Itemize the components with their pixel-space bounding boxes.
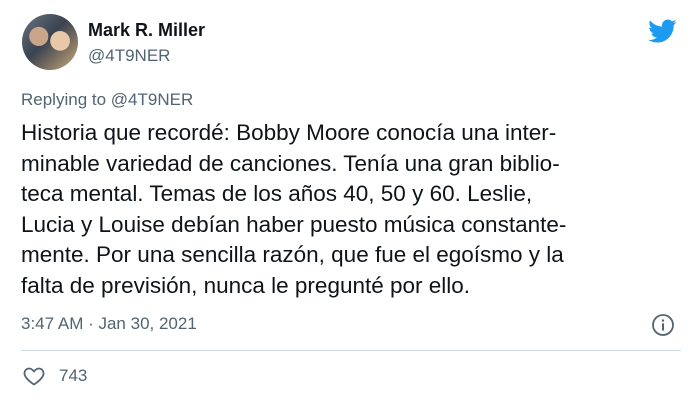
tweet-text-line: teca mental. Temas de los años 40, 50 y … bbox=[21, 181, 533, 207]
like-button[interactable]: 743 bbox=[21, 364, 87, 388]
author-name[interactable]: Mark R. Miller bbox=[88, 20, 205, 41]
twitter-bird-icon[interactable] bbox=[645, 16, 679, 46]
author-handle[interactable]: @4T9NER bbox=[88, 46, 170, 66]
tweet-timestamp[interactable]: 3:47 AM · Jan 30, 2021 bbox=[21, 314, 197, 334]
tweet-card: Mark R. Miller @4T9NER Replying to @4T9N… bbox=[0, 0, 700, 402]
replying-prefix: Replying to bbox=[21, 90, 111, 109]
tweet-text-line: falta de previsión, nunca le pregunté po… bbox=[21, 272, 471, 298]
info-icon[interactable] bbox=[651, 313, 675, 337]
divider bbox=[21, 350, 681, 351]
avatar[interactable] bbox=[22, 14, 78, 70]
reply-mention-link[interactable]: @4T9NER bbox=[111, 90, 193, 109]
tweet-text-line: minable variedad de canciones. Tenía una… bbox=[21, 150, 560, 176]
heart-icon[interactable] bbox=[21, 364, 47, 388]
tweet-text-line: Lucia y Louise debían haber puesto músic… bbox=[21, 211, 567, 237]
tweet-text: Historia que recordé: Bobby Moore conocí… bbox=[21, 118, 686, 302]
like-count: 743 bbox=[59, 366, 88, 385]
tweet-text-line: mente. Por una sencilla razón, que fue e… bbox=[21, 242, 564, 268]
replying-to: Replying to @4T9NER bbox=[21, 90, 193, 110]
tweet-text-line: Historia que recordé: Bobby Moore conocí… bbox=[21, 120, 557, 145]
